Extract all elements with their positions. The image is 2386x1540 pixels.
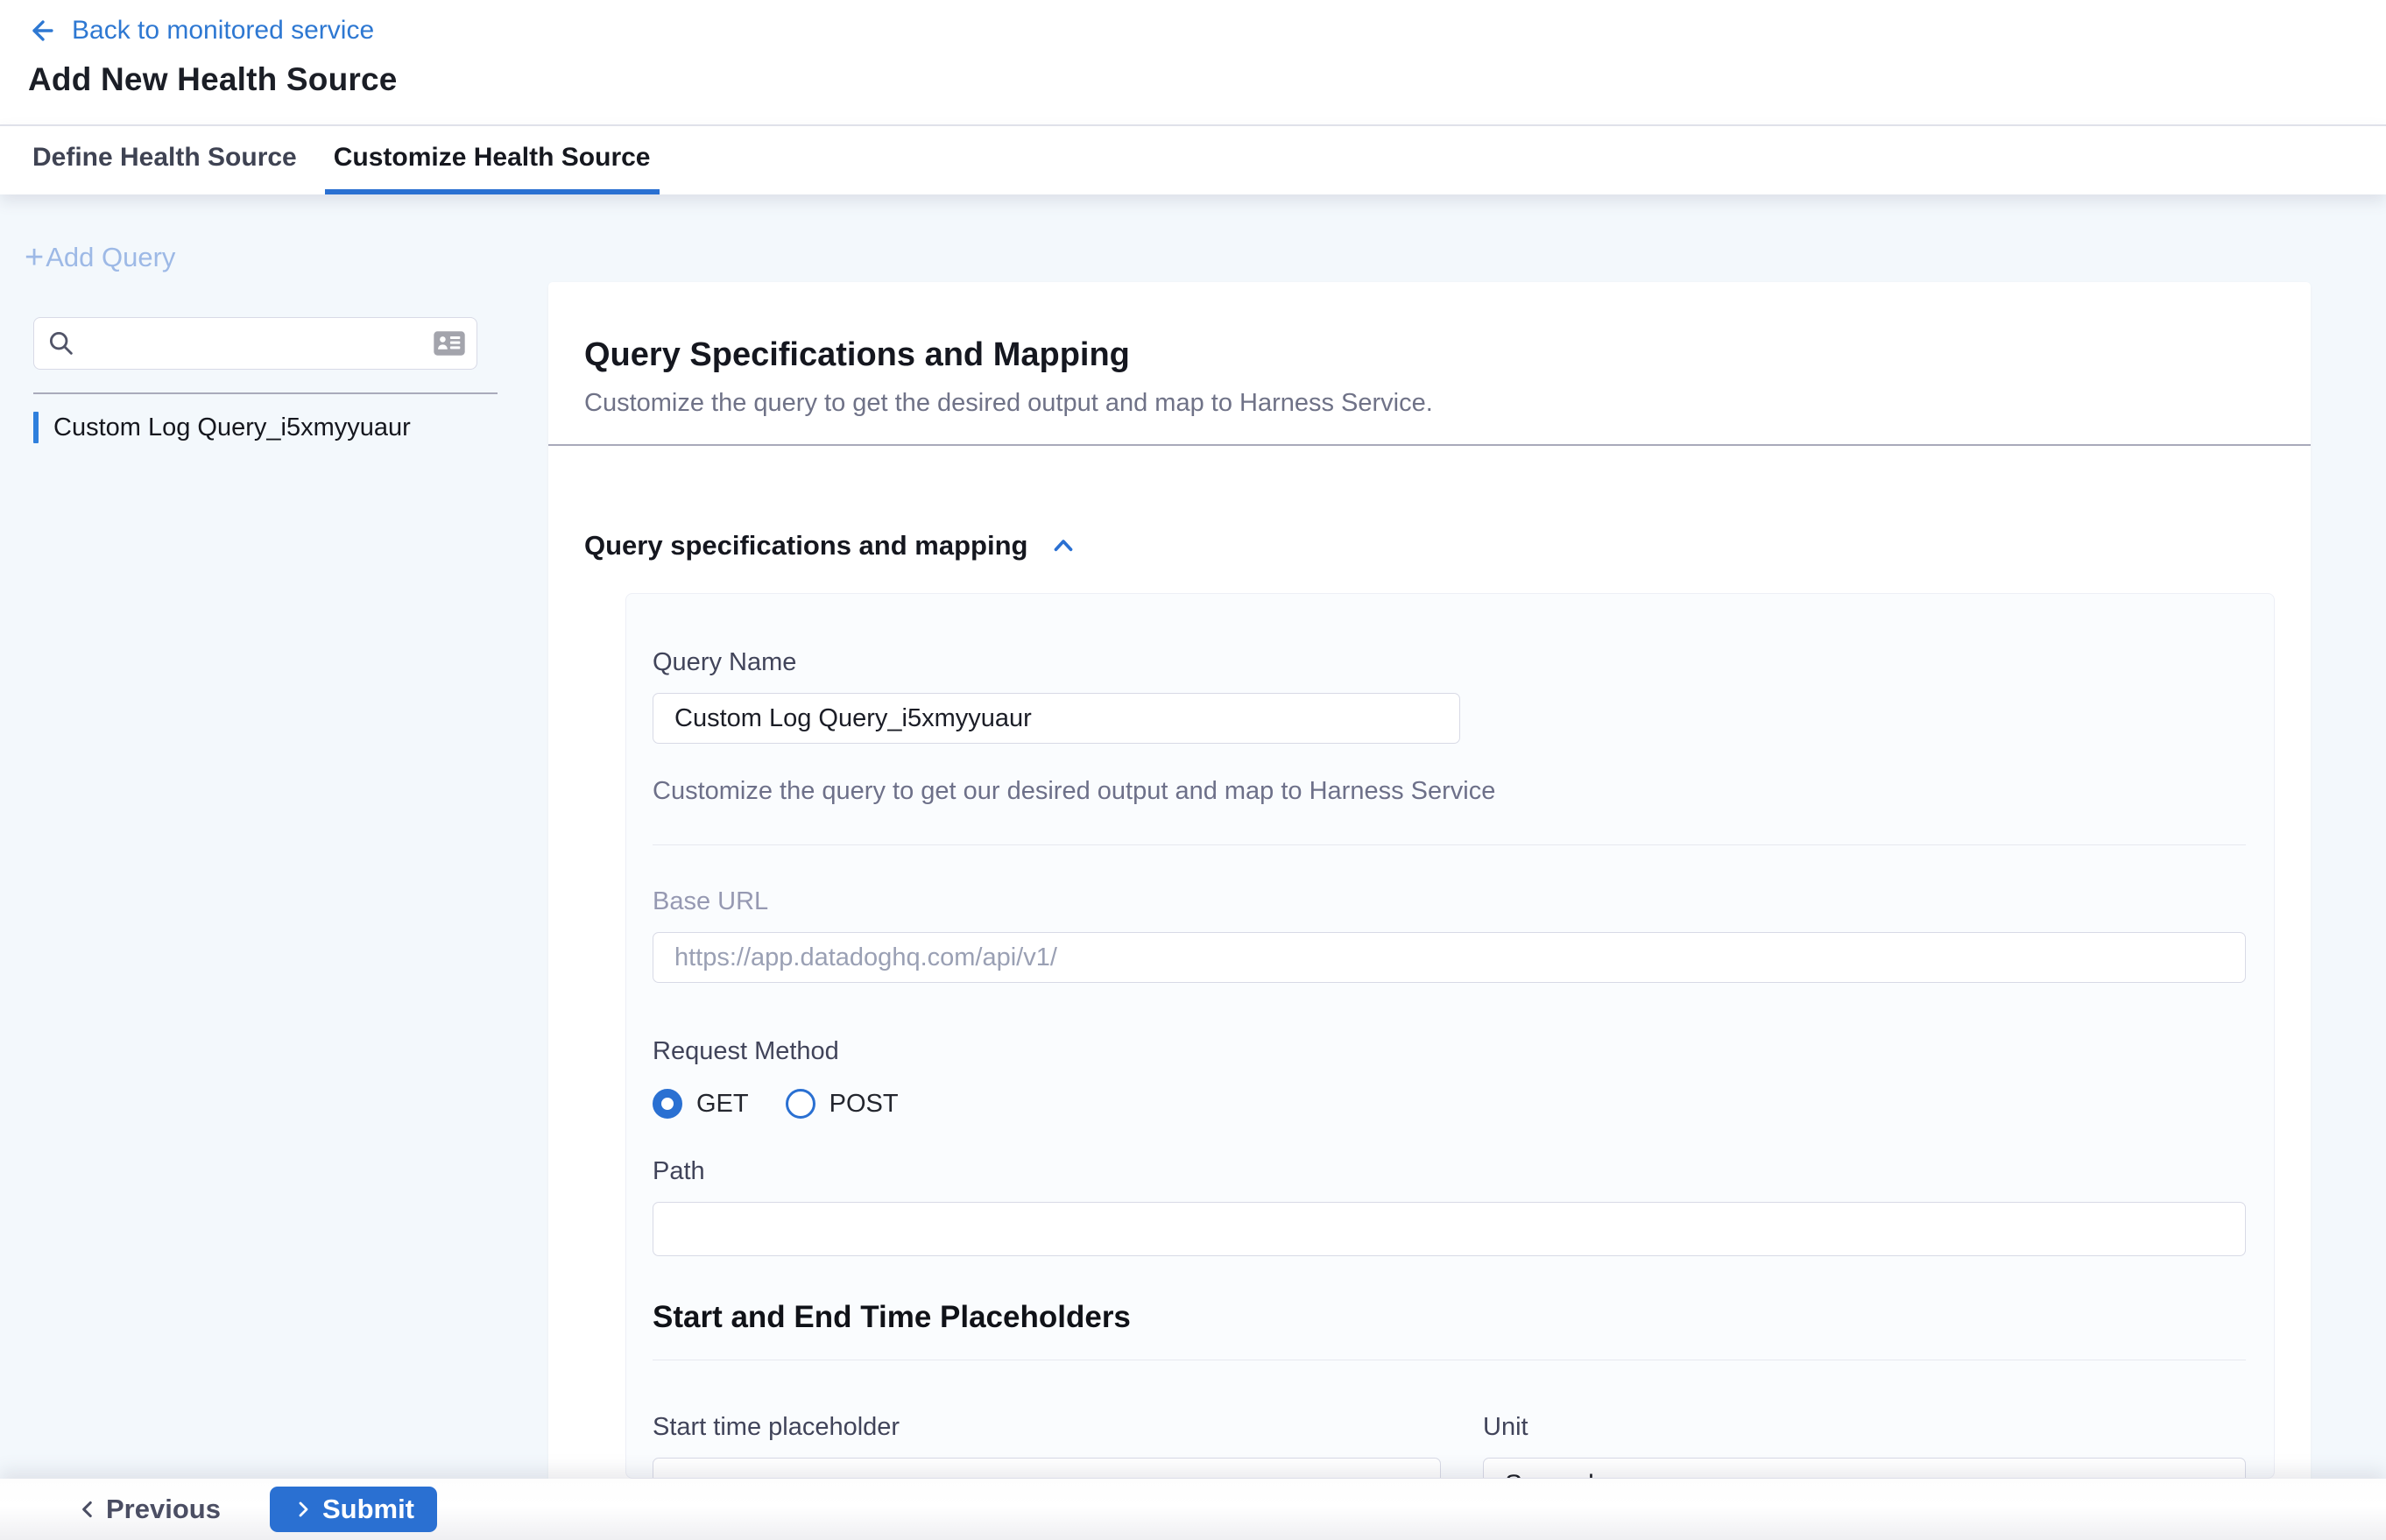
query-item-label: Custom Log Query_i5xmyyuaur bbox=[53, 413, 411, 442]
start-time-input[interactable] bbox=[653, 1458, 1441, 1479]
start-time-field: Start time placeholder bbox=[653, 1413, 1441, 1479]
collapsible-section-header: Query specifications and mapping bbox=[584, 530, 2275, 562]
main-card: Query Specifications and Mapping Customi… bbox=[548, 282, 2311, 1479]
base-url-field: Base URL bbox=[653, 887, 2246, 983]
form-divider bbox=[653, 844, 2246, 845]
radio-option-get[interactable]: GET bbox=[653, 1089, 749, 1119]
unit-label: Unit bbox=[1483, 1413, 2246, 1442]
page-title: Add New Health Source bbox=[28, 61, 2351, 98]
radio-option-post[interactable]: POST bbox=[786, 1089, 899, 1119]
base-url-label: Base URL bbox=[653, 887, 2246, 916]
arrow-left-icon bbox=[28, 16, 58, 46]
query-sidebar: + Add Query Custom Log Query_i5xmyyuaur bbox=[0, 194, 548, 1479]
path-label: Path bbox=[653, 1157, 2246, 1186]
radio-post-control[interactable] bbox=[786, 1089, 815, 1119]
request-method-options: GET POST bbox=[653, 1089, 2246, 1119]
query-list-item[interactable]: Custom Log Query_i5xmyyuaur bbox=[33, 412, 548, 443]
card-subtitle: Customize the query to get the desired o… bbox=[584, 389, 2269, 418]
search-input[interactable] bbox=[33, 317, 477, 370]
path-input[interactable] bbox=[653, 1202, 2246, 1256]
top-header: Back to monitored service Add New Health… bbox=[0, 0, 2386, 124]
add-query-button[interactable]: + Add Query bbox=[25, 242, 175, 273]
contact-card-icon[interactable] bbox=[433, 330, 466, 361]
request-method-field: Request Method GET POST bbox=[653, 1037, 2246, 1119]
unit-select[interactable]: Seconds bbox=[1483, 1458, 2246, 1479]
chevron-up-icon[interactable] bbox=[1048, 531, 1078, 561]
card-title: Query Specifications and Mapping bbox=[584, 336, 2269, 374]
path-field: Path bbox=[653, 1157, 2246, 1256]
submit-button[interactable]: Submit bbox=[270, 1487, 437, 1532]
unit-select-value: Seconds bbox=[1505, 1470, 1607, 1479]
card-header-divider bbox=[548, 444, 2311, 446]
time-placeholder-row: Start time placeholder Unit Seconds bbox=[653, 1413, 2246, 1479]
plus-icon: + bbox=[25, 244, 44, 272]
back-link-label: Back to monitored service bbox=[72, 14, 374, 47]
radio-get-control[interactable] bbox=[653, 1089, 682, 1119]
tab-define-health-source[interactable]: Define Health Source bbox=[24, 126, 306, 194]
card-header: Query Specifications and Mapping Customi… bbox=[548, 282, 2311, 418]
query-search bbox=[33, 317, 477, 370]
app-root: Back to monitored service Add New Health… bbox=[0, 0, 2386, 1540]
time-placeholders-heading: Start and End Time Placeholders bbox=[653, 1300, 2246, 1335]
query-name-helper: Customize the query to get our desired o… bbox=[653, 777, 2246, 806]
request-method-label: Request Method bbox=[653, 1037, 2246, 1066]
query-name-input[interactable] bbox=[653, 693, 1460, 744]
tab-bar: Define Health Source Customize Health So… bbox=[0, 124, 2386, 194]
radio-post-label: POST bbox=[829, 1090, 899, 1119]
content-area: + Add Query Custom Log Query_i5xmyyuaur bbox=[0, 194, 2386, 1479]
selected-indicator-bar bbox=[33, 412, 39, 443]
submit-button-label: Submit bbox=[322, 1494, 414, 1525]
sidebar-divider bbox=[33, 392, 498, 394]
add-query-label: Add Query bbox=[46, 242, 175, 273]
start-time-label: Start time placeholder bbox=[653, 1413, 1441, 1442]
back-link[interactable]: Back to monitored service bbox=[28, 14, 374, 47]
previous-button[interactable]: Previous bbox=[67, 1488, 229, 1530]
unit-field: Unit Seconds bbox=[1483, 1413, 2246, 1479]
query-mapping-form: Query Name Customize the query to get ou… bbox=[625, 593, 2275, 1479]
base-url-input[interactable] bbox=[653, 932, 2246, 983]
previous-button-label: Previous bbox=[106, 1494, 221, 1525]
radio-get-label: GET bbox=[696, 1090, 749, 1119]
tab-customize-health-source[interactable]: Customize Health Source bbox=[325, 126, 660, 194]
section-title: Query specifications and mapping bbox=[584, 530, 1027, 562]
search-icon bbox=[46, 328, 76, 363]
query-name-label: Query Name bbox=[653, 648, 2246, 677]
chevron-left-icon bbox=[76, 1498, 99, 1521]
chevron-right-icon bbox=[293, 1499, 314, 1520]
footer-bar: Previous Submit bbox=[0, 1479, 2386, 1540]
